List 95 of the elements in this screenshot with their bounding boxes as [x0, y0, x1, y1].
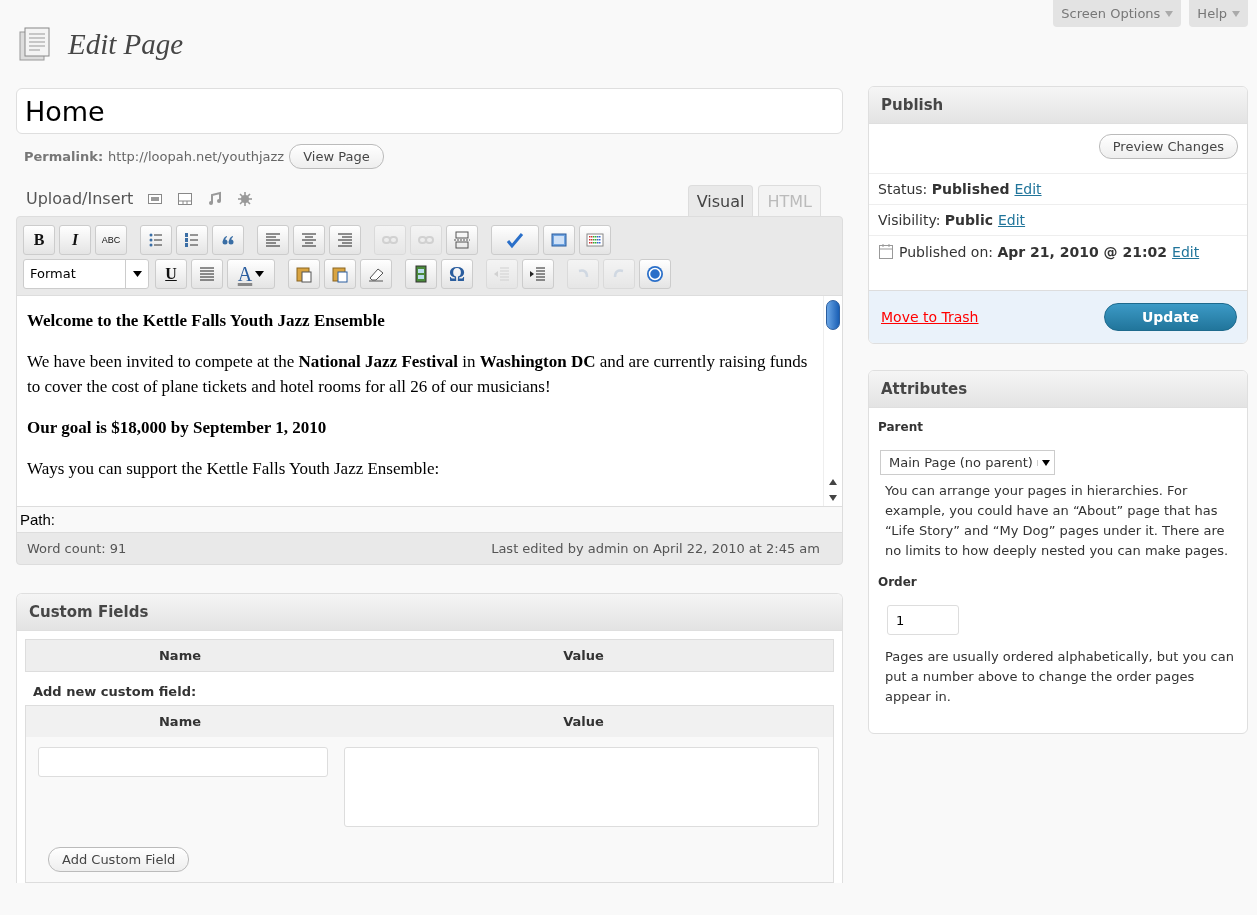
- caret-icon: [1165, 10, 1174, 17]
- panel-title: Publish: [881, 96, 944, 114]
- align-left-button[interactable]: [257, 225, 289, 255]
- preview-changes-button[interactable]: Preview Changes: [1098, 134, 1238, 159]
- paste-text-button[interactable]: [288, 259, 320, 289]
- numbered-list-button[interactable]: [176, 225, 208, 255]
- publish-info-text: Published on: Apr 21, 2010 @ 21:02: [899, 243, 1168, 260]
- paragraph-text: Ways you can support the Kettle Falls Youth Jazz Ensemble:: [27, 458, 441, 480]
- value-field[interactable]: [344, 747, 819, 827]
- publish-info-text: Visibility: Public: [878, 212, 993, 228]
- justify-icon: [198, 265, 216, 283]
- path-label: Path:: [20, 511, 56, 528]
- spellcheck-button[interactable]: [491, 225, 539, 255]
- indent-button[interactable]: [522, 259, 554, 289]
- scroll-up-arrow-icon[interactable]: [827, 478, 839, 486]
- italic-button[interactable]: I: [59, 225, 91, 255]
- strikethrough-button[interactable]: ABC: [95, 225, 127, 255]
- paste-word-button[interactable]: [324, 259, 356, 289]
- help-text: You can arrange your pages in hierarchies. For example, you could have an “About” page that has “Life Story” and “My Dog” pages under it. There are no limits to how deeply nested you can make pages.: [885, 482, 1230, 560]
- parent-dropdown[interactable]: Main Page (no parent): [880, 450, 1055, 475]
- editor-tab[interactable]: Visual: [687, 185, 754, 216]
- scrollbar-thumb[interactable]: [826, 300, 840, 330]
- format-label: Format: [29, 265, 77, 283]
- order-label: Order: [878, 575, 918, 589]
- window-icon: [550, 231, 568, 249]
- help-icon: [646, 265, 664, 283]
- omega-button[interactable]: Ω: [441, 259, 473, 289]
- help-text: Pages are usually ordered alphabetically, but you can put a number above to change the order pages appear in.: [885, 648, 1235, 706]
- outdent-icon: [493, 265, 511, 283]
- checkmark-icon: [506, 231, 524, 249]
- fullscreen-button[interactable]: [543, 225, 575, 255]
- eraser-button[interactable]: [360, 259, 392, 289]
- caret-icon: [1041, 459, 1050, 466]
- align-right-icon: [336, 231, 354, 249]
- add-custom-field-button[interactable]: Add Custom Field: [48, 847, 190, 872]
- last-edited-text: Last edited by admin on April 22, 2010 at 2:45 am: [491, 541, 820, 556]
- help-button[interactable]: [639, 259, 671, 289]
- name-field[interactable]: [38, 747, 328, 777]
- media-button[interactable]: [405, 259, 437, 289]
- calendar-icon: [878, 243, 894, 260]
- update-button[interactable]: Update: [1104, 303, 1237, 331]
- align-left-icon: [264, 231, 282, 249]
- page-title: Edit Page: [68, 27, 184, 61]
- toolbar-toggle-button[interactable]: [579, 225, 611, 255]
- color-grid-icon: [586, 231, 604, 249]
- column-header: Value: [562, 714, 605, 729]
- panel-title: Custom Fields: [29, 603, 149, 621]
- panel-title: Attributes: [881, 380, 968, 398]
- heading-text: Our goal is $18,000 by September 1, 2010: [27, 417, 328, 439]
- view-page-button[interactable]: View Page: [289, 144, 384, 169]
- music-note-icon[interactable]: [207, 190, 224, 207]
- justify-button[interactable]: [191, 259, 223, 289]
- align-right-button[interactable]: [329, 225, 361, 255]
- caret-icon: [255, 271, 265, 277]
- bullet-list-icon: [147, 231, 165, 249]
- film-strip-icon[interactable]: [177, 190, 194, 207]
- column-header: Name: [158, 648, 202, 663]
- film-strip-icon: [412, 265, 430, 283]
- indent-icon: [529, 265, 547, 283]
- quote-button[interactable]: [212, 225, 244, 255]
- letter-label: A: [237, 262, 253, 286]
- edit-link[interactable]: Edit: [1014, 181, 1042, 197]
- text-color-button[interactable]: A: [227, 259, 275, 289]
- add-field-label: Add new custom field:: [33, 684, 197, 699]
- upload-insert-label: Upload/Insert: [26, 189, 134, 208]
- clipboard-icon: [331, 265, 349, 283]
- page-break-button[interactable]: [446, 225, 478, 255]
- heading-text: Welcome to the Kettle Falls Youth Jazz Ensemble: [27, 310, 386, 332]
- title-field[interactable]: Home: [16, 88, 843, 134]
- permalink-url: http://loopah.net/youthjazz: [108, 149, 285, 164]
- caret-icon: [132, 271, 142, 277]
- move-to-trash-link[interactable]: Move to Trash: [881, 309, 979, 325]
- align-center-button[interactable]: [293, 225, 325, 255]
- header-tab-button[interactable]: Screen Options: [1053, 0, 1182, 27]
- paragraph-text: We have been invited to compete at the National Jazz Festival in Washington DC and are currently raising funds to cover the cost of plane tickets and hotel rooms for all 26 of our musicians!: [27, 351, 809, 398]
- column-header: Name: [158, 714, 202, 729]
- star-burst-icon[interactable]: [237, 190, 254, 207]
- caret-icon: [1232, 10, 1240, 17]
- word-count: Word count: 91: [27, 541, 127, 556]
- order-field[interactable]: 1: [887, 605, 959, 635]
- scroll-down-arrow-icon[interactable]: [827, 494, 839, 502]
- bold-button[interactable]: B: [23, 225, 55, 255]
- edit-link[interactable]: Edit: [1172, 243, 1200, 260]
- publish-info-text: Status: Published: [878, 181, 1010, 197]
- numbered-list-icon: [183, 231, 201, 249]
- align-center-icon: [300, 231, 318, 249]
- underline-button[interactable]: U: [155, 259, 187, 289]
- parent-label: Parent: [878, 420, 924, 434]
- permalink-label: Permalink:: [24, 149, 104, 164]
- format-dropdown[interactable]: Format: [23, 259, 149, 289]
- clipboard-icon: [295, 265, 313, 283]
- bullet-list-button[interactable]: [140, 225, 172, 255]
- edit-link[interactable]: Edit: [998, 212, 1026, 228]
- page-break-icon: [453, 231, 471, 249]
- column-header: Value: [562, 648, 605, 663]
